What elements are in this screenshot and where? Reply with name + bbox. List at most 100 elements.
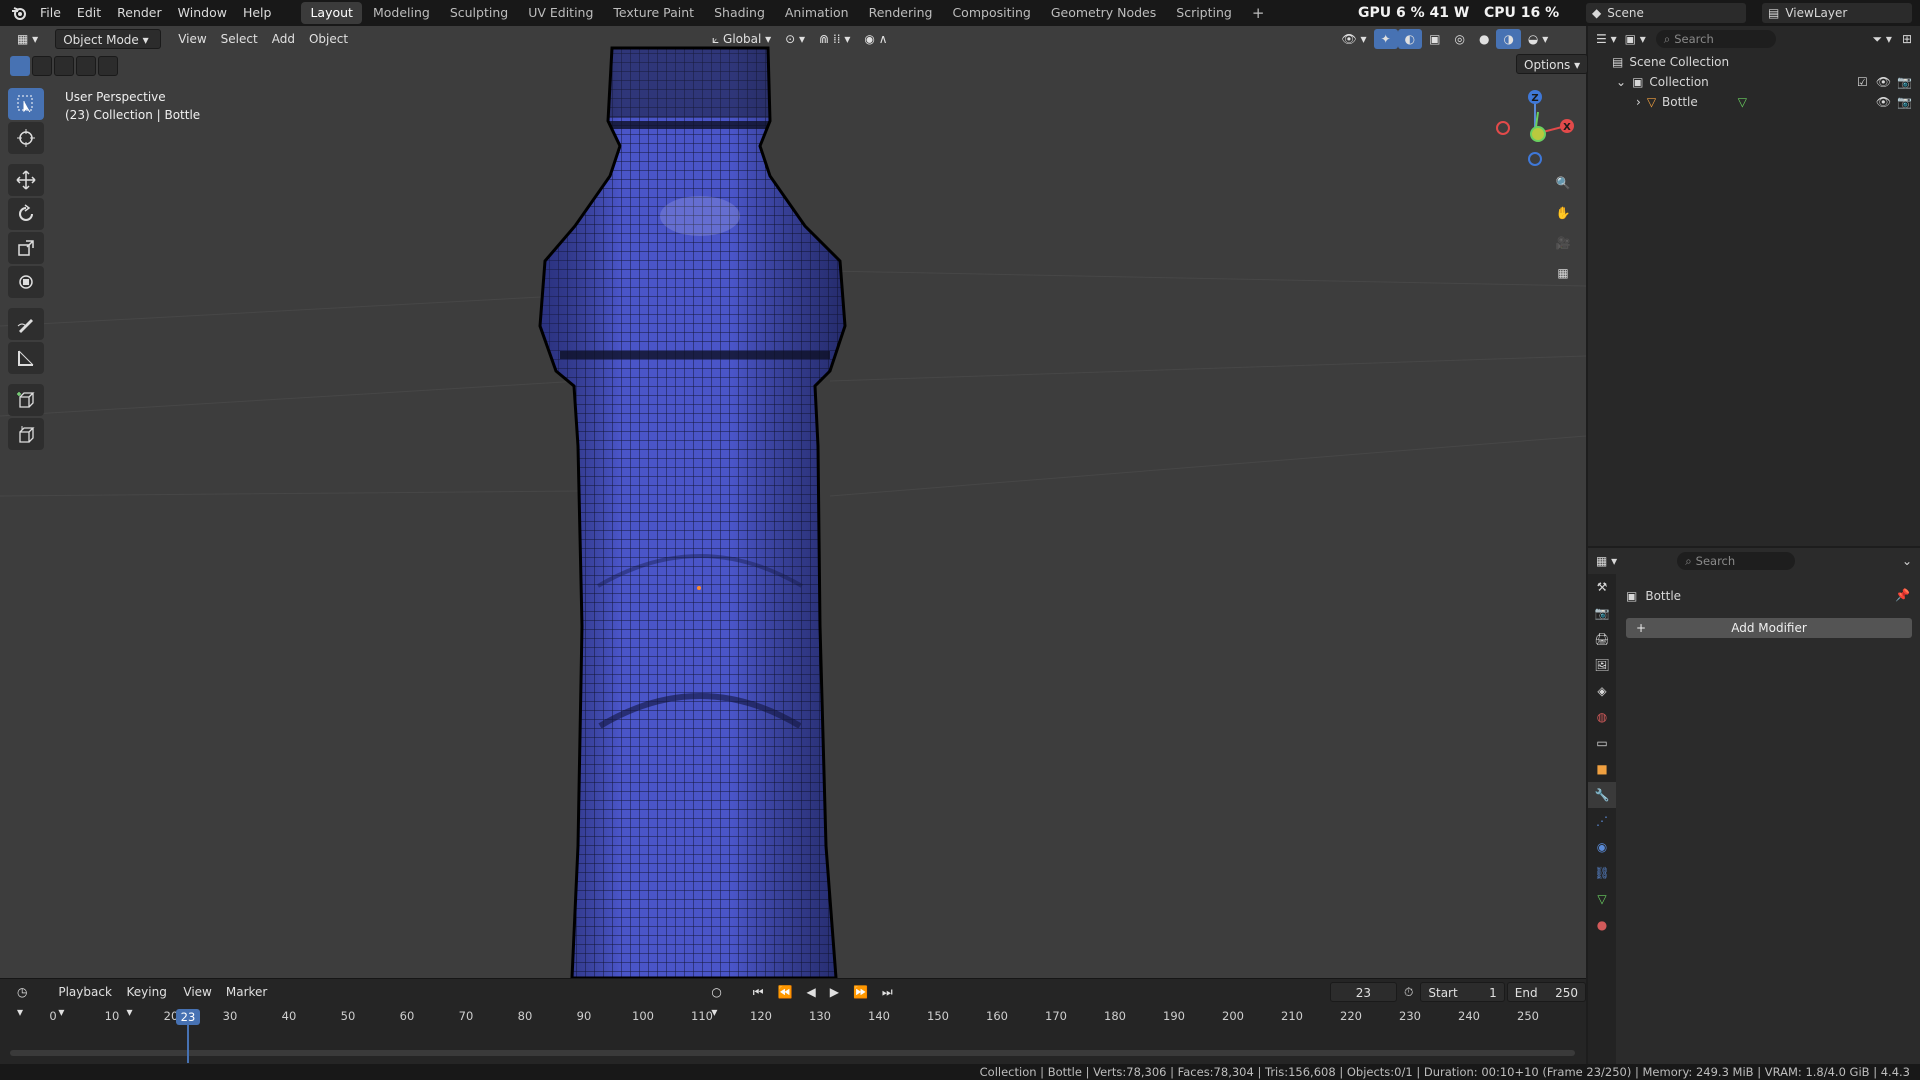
select-box-tool[interactable] (8, 88, 44, 120)
visibility-eye-icon[interactable]: 👁 (1876, 95, 1891, 109)
expand-arrow-icon[interactable]: › (1636, 95, 1641, 109)
stopwatch-icon[interactable]: ⏱ (1397, 982, 1420, 1002)
particles-tab-icon[interactable]: ⋰ (1588, 808, 1616, 834)
bottle-mesh[interactable] (540, 26, 860, 978)
3d-viewport[interactable] (0, 26, 1586, 978)
ortho-grid-icon[interactable]: ▦ (1550, 260, 1576, 286)
frame-ruler[interactable]: 0 10 20 30 40 50 60 70 80 90 100 110 120 130 140 150 160… (0, 1009, 1586, 1029)
zoom-icon[interactable]: 🔍 (1550, 170, 1576, 196)
tool-tab-icon[interactable]: ⚒ (1588, 574, 1616, 600)
exclude-checkbox[interactable]: ☑ (1857, 75, 1868, 89)
rotate-tool[interactable] (8, 198, 44, 230)
tab-geometry-nodes[interactable]: Geometry Nodes (1042, 2, 1165, 24)
move-tool[interactable] (8, 164, 44, 196)
menu-edit[interactable]: Edit (69, 0, 109, 26)
timeline-editor-type-icon[interactable]: ◷ ▾ (10, 982, 41, 1019)
output-tab-icon[interactable]: 🖨 (1588, 626, 1616, 652)
visibility-eye-icon[interactable]: 👁 (1876, 75, 1891, 89)
properties-options-icon[interactable]: ⌄ (1902, 554, 1912, 568)
scene-tab-icon[interactable]: ◈ (1588, 678, 1616, 704)
snap-icon[interactable]: ⋒ ⁞⁞ ▾ (812, 29, 857, 49)
gizmo-y-axis-icon[interactable] (1530, 126, 1546, 142)
playhead-frame-badge[interactable]: 23 (176, 1009, 200, 1025)
pivot-point-icon[interactable]: ⊙ ▾ (778, 29, 812, 49)
menu-view[interactable]: View (171, 29, 213, 49)
view-layer-selector[interactable]: ▤ ViewLayer (1762, 3, 1912, 23)
transform-tool[interactable] (8, 266, 44, 298)
gizmo-toggle-icon[interactable]: ✦ (1373, 29, 1398, 49)
menu-window[interactable]: Window (170, 0, 235, 26)
menu-playback[interactable]: Playback ▾ (51, 982, 119, 1019)
start-frame-field[interactable]: Start 1 (1420, 982, 1505, 1002)
tab-layout[interactable]: Layout (301, 2, 362, 24)
gizmo-neg-x-icon[interactable] (1496, 121, 1510, 135)
pin-icon[interactable]: 📌 (1895, 588, 1910, 602)
next-keyframe-icon[interactable]: ⏩ (846, 982, 875, 1002)
properties-editor-icon[interactable]: ▦ ▾ (1596, 554, 1617, 568)
options-dropdown[interactable]: Options ▾ (1516, 54, 1589, 74)
shading-rendered-icon[interactable]: ◒ ▾ (1521, 29, 1555, 49)
pan-hand-icon[interactable]: ✋ (1550, 200, 1576, 226)
shading-wireframe-icon[interactable]: ◎ (1447, 29, 1471, 49)
current-frame-field[interactable]: 23 (1329, 982, 1397, 1002)
measure-tool[interactable] (8, 342, 44, 374)
properties-search-input[interactable]: ⌕ Search (1677, 552, 1796, 570)
annotate-tool[interactable] (8, 308, 44, 340)
add-workspace-icon[interactable]: + (1243, 2, 1274, 24)
shading-solid-icon[interactable]: ● (1472, 29, 1496, 49)
camera-view-icon[interactable]: 🎥 (1550, 230, 1576, 256)
transform-orientation-dropdown[interactable]: ⟀ Global ▾ (705, 29, 778, 49)
menu-help[interactable]: Help (235, 0, 280, 26)
outliner-editor-icon[interactable]: ☰ ▾ (1596, 32, 1617, 46)
world-tab-icon[interactable]: ◍ (1588, 704, 1616, 730)
add-cube-tool[interactable] (8, 384, 44, 416)
visibility-icon[interactable]: 👁 ▾ (1335, 29, 1374, 49)
play-icon[interactable]: ▶ (823, 982, 846, 1002)
tab-texture-paint[interactable]: Texture Paint (604, 2, 703, 24)
prev-keyframe-icon[interactable]: ⏪ (771, 982, 800, 1002)
select-new-icon[interactable] (10, 56, 30, 76)
new-collection-icon[interactable]: ⊞ (1902, 32, 1912, 46)
cursor-tool[interactable] (8, 122, 44, 154)
scene-selector[interactable]: ◆ Scene (1586, 3, 1746, 23)
select-extend-icon[interactable] (32, 56, 52, 76)
tab-animation[interactable]: Animation (776, 2, 858, 24)
add-modifier-button[interactable]: + Add Modifier (1626, 618, 1912, 638)
outliner-row-bottle[interactable]: › ▽ Bottle ▽ 👁 📷 (1588, 92, 1920, 112)
blender-logo-icon[interactable] (6, 0, 32, 26)
render-camera-icon[interactable]: 📷 (1897, 75, 1912, 89)
end-frame-field[interactable]: End 250 (1506, 982, 1586, 1002)
select-subtract-icon[interactable] (54, 56, 74, 76)
menu-select[interactable]: Select (214, 29, 265, 49)
menu-file[interactable]: File (32, 0, 69, 26)
shading-material-icon[interactable]: ◑ (1496, 29, 1521, 49)
display-mode-icon[interactable]: ▣ ▾ (1625, 32, 1646, 46)
menu-keying[interactable]: Keying ▾ (120, 982, 177, 1019)
material-tab-icon[interactable]: ● (1588, 912, 1616, 938)
tab-shading[interactable]: Shading (705, 2, 774, 24)
editor-type-icon[interactable]: ▦ ▾ (10, 29, 45, 49)
jump-end-icon[interactable]: ⏭ (875, 982, 900, 1002)
outliner-row-collection[interactable]: ⌄ ▣ Collection ☑ 👁 📷 (1588, 72, 1920, 92)
outliner-row-scene-collection[interactable]: ▤ Scene Collection (1588, 52, 1920, 72)
data-tab-icon[interactable]: ▽ (1588, 886, 1616, 912)
overlay-toggle-icon[interactable]: ◐ (1397, 29, 1423, 49)
gizmo-neg-z-icon[interactable] (1528, 152, 1542, 166)
select-intersect-icon[interactable] (98, 56, 118, 76)
menu-render[interactable]: Render (109, 0, 170, 26)
extrude-tool[interactable] (8, 418, 44, 450)
auto-key-icon[interactable]: ○ ▾ (704, 982, 735, 1019)
expand-arrow-icon[interactable]: ⌄ (1616, 75, 1626, 89)
view-layer-tab-icon[interactable]: 🖼 (1588, 652, 1616, 678)
menu-object[interactable]: Object (302, 29, 355, 49)
constraints-tab-icon[interactable]: ⛓ (1588, 860, 1616, 886)
xray-toggle-icon[interactable]: ▣ (1422, 29, 1447, 49)
collection-tab-icon[interactable]: ▭ (1588, 730, 1616, 756)
navigation-gizmo[interactable]: Z X (1488, 86, 1578, 172)
jump-start-icon[interactable]: ⏮ (746, 982, 771, 1002)
object-tab-icon[interactable]: ■ (1588, 756, 1616, 782)
timeline-scrollbar[interactable] (10, 1050, 1575, 1056)
tab-sculpting[interactable]: Sculpting (441, 2, 517, 24)
filter-icon[interactable]: ⏷ ▾ (1872, 32, 1891, 47)
outliner-search-input[interactable]: ⌕ Search (1655, 30, 1776, 48)
